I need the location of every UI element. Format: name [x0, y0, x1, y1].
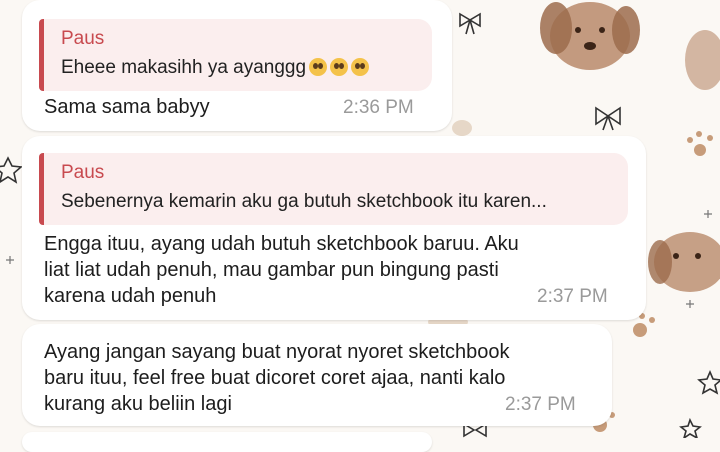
quote-text: Sebenernya kemarin aku ga butuh sketchbo…: [61, 191, 547, 212]
bow-icon: [595, 106, 621, 131]
dog-doodle-icon: [648, 232, 720, 292]
message-timestamp: 2:37 PM: [505, 394, 576, 415]
message-bubble[interactable]: Paus Eheee makasihh ya ayanggg Sama sama…: [22, 0, 452, 131]
message-text: Ayang jangan sayang buat nyorat nyoret s…: [44, 341, 510, 415]
message-bubble[interactable]: Ayang jangan sayang buat nyorat nyoret s…: [22, 324, 612, 426]
star-icon: [697, 369, 720, 395]
quote-author: Paus: [61, 162, 105, 183]
star-icon: [0, 156, 23, 184]
pleading-face-icon: [309, 58, 328, 76]
star-icon: [679, 417, 702, 438]
message-bubble[interactable]: Paus Sebenernya kemarin aku ga butuh ske…: [22, 136, 646, 320]
message-bubble-partial[interactable]: [22, 432, 432, 452]
paw-icon: [687, 131, 713, 156]
message-text: Sama sama babyy: [44, 96, 210, 118]
quote-text: Eheee makasihh ya ayanggg: [61, 57, 370, 79]
pleading-face-icon: [351, 58, 370, 76]
message-timestamp: 2:36 PM: [343, 97, 414, 118]
quote-author: Paus: [61, 28, 105, 49]
message-text: Engga ituu, ayang udah butuh sketchbook …: [44, 233, 519, 307]
reply-quote[interactable]: Paus Sebenernya kemarin aku ga butuh ske…: [39, 153, 628, 225]
bow-icon: [459, 12, 481, 35]
reply-quote[interactable]: Paus Eheee makasihh ya ayanggg: [39, 19, 432, 91]
dog-doodle-icon: [540, 2, 640, 70]
dog-doodle-icon: [685, 30, 720, 90]
pleading-face-icon: [330, 58, 349, 76]
message-timestamp: 2:37 PM: [537, 286, 608, 307]
